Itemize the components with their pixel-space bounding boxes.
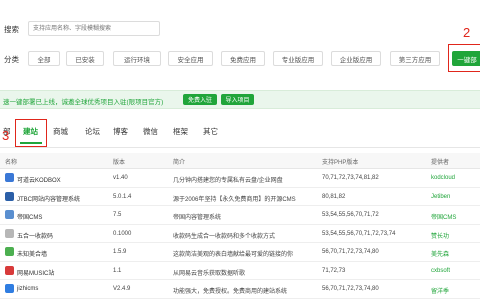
table-row[interactable]: JTBC网站内容管理系统 5.0.1.4 源于2006年坚持【永久免费商用】的开源C… — [0, 189, 480, 206]
category-free-button[interactable]: 免费应用 — [221, 51, 265, 66]
app-name: JTBC网站内容管理系统 — [17, 196, 81, 203]
col-header-php: 支持PHP版本 — [322, 160, 359, 166]
app-provider[interactable]: 美先森 — [431, 249, 449, 258]
col-header-provider: 提供者 — [431, 160, 450, 166]
tab-forum[interactable]: 论坛 — [85, 126, 100, 137]
tabs-divider — [0, 147, 480, 148]
app-version: 1.1 — [113, 267, 122, 274]
app-name: 五合一收款码 — [17, 233, 54, 240]
app-name: 网易MUSIC站 — [17, 270, 55, 277]
table-row[interactable]: 网易MUSIC站 1.1 从网易云音乐获取数据听歌 71,72,73 cxbsoft — [0, 263, 480, 280]
table-row[interactable]: 可道云KODBOX v1.40 几分钟内搭建您的专属私有云盘/企业网盘 70,71,7… — [0, 170, 480, 188]
app-version: 7.5 — [113, 212, 122, 218]
table-row[interactable]: 帝国CMS 7.5 帝国内容管理系统 53,54,55,56,70,71,72 帝国CM… — [0, 207, 480, 225]
tab-wechat[interactable]: 微信 — [143, 126, 158, 137]
app-version: 5.0.1.4 — [113, 193, 132, 200]
search-input[interactable] — [28, 21, 160, 36]
table-row[interactable]: jizhicms V2.4.9 功能强大，免费授权。免费商用的建站系统 56,70,7… — [0, 281, 480, 299]
app-logo-icon — [5, 210, 14, 219]
tab-other[interactable]: 其它 — [203, 126, 218, 137]
app-provider[interactable]: Jetiben — [431, 194, 450, 200]
app-logo-icon — [5, 247, 14, 256]
table-row[interactable]: 五合一收款码 0.1000 收款码生成合一收款码和多个收款方式 53,54,55,56… — [0, 226, 480, 243]
app-name: 未知美合墙 — [17, 252, 48, 258]
banner-text: 速一键部署已上线，诚邀全球优秀项目入驻(限项目官方) — [3, 99, 164, 106]
category-label: 分类 — [4, 55, 19, 64]
app-description: 收款码生成合一收款码和多个收款方式 — [173, 233, 276, 240]
table-header-row — [0, 153, 480, 169]
free-join-button[interactable]: 免费入驻 — [183, 94, 217, 105]
app-provider[interactable]: cxbsoft — [431, 268, 450, 274]
tab-framework[interactable]: 框架 — [173, 126, 188, 137]
app-provider[interactable]: kodcloud — [431, 175, 455, 181]
app-logo-icon — [5, 191, 14, 201]
app-description: 源于2006年坚持【永久免费商用】的开源CMS — [173, 196, 296, 203]
app-name: jizhicms — [17, 286, 39, 292]
app-description: 几分钟内搭建您的专属私有云盘/企业网盘 — [173, 178, 283, 184]
app-php-versions: 56,70,71,72,73,74,80 — [322, 249, 379, 255]
category-pro-button[interactable]: 专业版应用 — [273, 51, 323, 66]
app-php-versions: 71,72,73 — [322, 267, 346, 274]
col-header-desc: 简介 — [173, 160, 186, 166]
category-runtime-button[interactable]: 运行环境 — [113, 51, 161, 66]
app-php-versions: 80,81,82 — [322, 193, 346, 200]
col-header-name: 名称 — [5, 160, 18, 166]
tab-site[interactable]: 建站 — [23, 126, 38, 137]
one-click-deploy-button[interactable]: 一键部 — [452, 51, 480, 66]
app-version: 0.1000 — [113, 230, 132, 237]
tab-shop[interactable]: 商城 — [53, 126, 68, 137]
app-version: v1.40 — [113, 175, 128, 181]
category-thirdparty-button[interactable]: 第三方应用 — [390, 51, 440, 66]
category-security-button[interactable]: 安全应用 — [168, 51, 213, 66]
app-logo-icon — [5, 173, 14, 182]
search-label: 搜索 — [4, 25, 19, 34]
app-description: 这款简洁美观的表白墙献给最可爱的链接的你 — [173, 252, 294, 258]
app-php-versions: 56,70,71,72,73,74,80 — [322, 286, 379, 292]
app-php-versions: 53,54,55,56,70,71,72 — [322, 212, 379, 218]
tab-blog[interactable]: 博客 — [113, 126, 128, 137]
col-header-version: 版本 — [113, 160, 126, 166]
category-installed-button[interactable]: 已安装 — [66, 51, 104, 66]
app-provider[interactable]: 帝国CMS — [431, 212, 456, 221]
category-all-button[interactable]: 全部 — [28, 51, 60, 66]
table-row[interactable]: 未知美合墙 1.5.9 这款简洁美观的表白墙献给最可爱的链接的你 56,70,71,7… — [0, 244, 480, 262]
app-version: 1.5.9 — [113, 249, 127, 255]
app-description: 功能强大，免费授权。免费商用的建站系统 — [173, 289, 288, 295]
app-provider[interactable]: 留洋季 — [431, 286, 449, 295]
tab-site-underline — [20, 142, 42, 144]
app-name: 可道云KODBOX — [17, 178, 61, 184]
app-description: 帝国内容管理系统 — [173, 215, 222, 221]
app-logo-icon — [5, 228, 14, 238]
app-version: V2.4.9 — [113, 286, 131, 292]
annotation-number-3: 3 — [2, 128, 10, 143]
app-php-versions: 70,71,72,73,74,81,82 — [322, 175, 379, 181]
annotation-number-2: 2 — [463, 25, 471, 40]
category-enterprise-button[interactable]: 企业版应用 — [331, 51, 381, 66]
app-logo-icon — [5, 265, 14, 275]
import-project-button[interactable]: 导入项目 — [221, 94, 254, 105]
app-description: 从网易云音乐获取数据听歌 — [173, 270, 246, 277]
app-php-versions: 53,54,55,56,70,71,72,73,74 — [322, 230, 396, 237]
app-provider[interactable]: 赞长功 — [431, 231, 449, 240]
app-name: 帝国CMS — [17, 215, 43, 221]
app-logo-icon — [5, 284, 14, 293]
